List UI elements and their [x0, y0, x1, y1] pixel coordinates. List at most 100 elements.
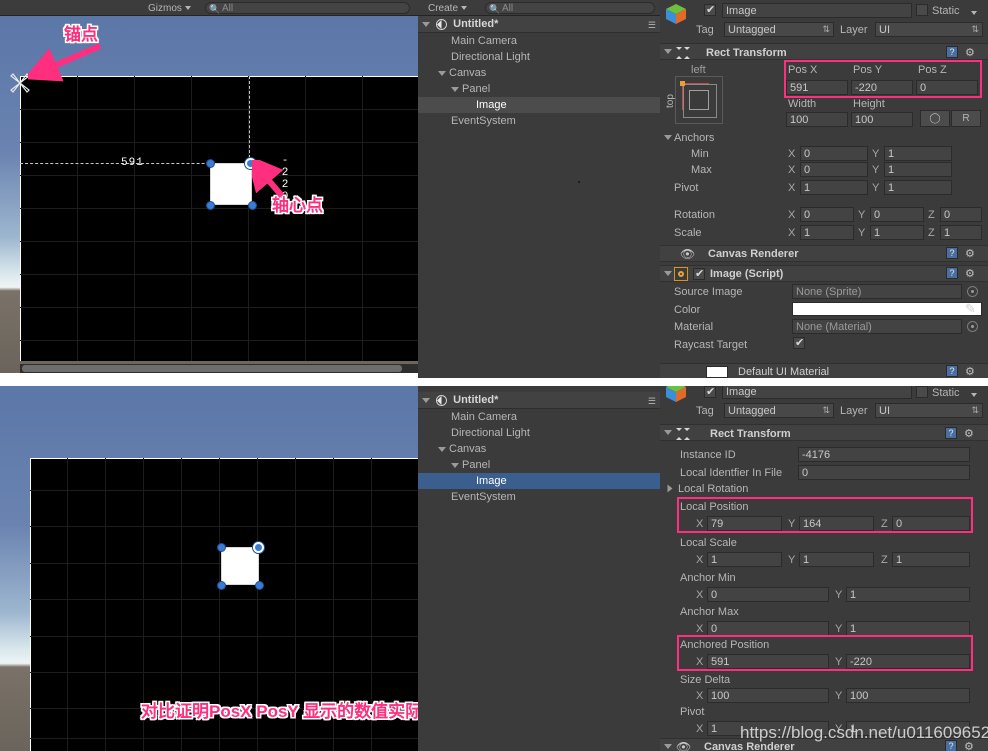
pos-z-input[interactable]: 0: [916, 80, 978, 95]
anchored-position-x-input[interactable]: 591: [707, 654, 829, 669]
material-picker-icon[interactable]: [967, 321, 978, 332]
pivot-y-input[interactable]: 1: [884, 180, 952, 195]
pos-x-input[interactable]: 591: [786, 80, 848, 95]
local-scale-y-input[interactable]: 1: [799, 552, 874, 567]
height-input[interactable]: 100: [851, 112, 913, 127]
static-chevron-down-icon[interactable]: [971, 393, 977, 397]
anchor-min-y-input[interactable]: 1: [884, 146, 952, 161]
hamburger-icon[interactable]: ☰: [648, 396, 656, 407]
color-swatch[interactable]: [792, 302, 982, 316]
resize-handle-tl[interactable]: [206, 159, 215, 168]
chevron-down-icon[interactable]: [664, 49, 672, 54]
chevron-down-icon[interactable]: [422, 397, 430, 403]
size-delta-y-input[interactable]: 100: [846, 688, 970, 703]
rotation-x-input[interactable]: 0: [800, 207, 854, 222]
hierarchy-item-image[interactable]: Image: [418, 473, 660, 489]
gear-icon[interactable]: ⚙: [964, 427, 974, 440]
eyedropper-icon[interactable]: ✎: [965, 301, 976, 317]
chevron-right-icon[interactable]: [667, 484, 673, 493]
hierarchy-item-panel[interactable]: Panel: [418, 81, 660, 97]
hierarchy-item-main-camera[interactable]: Main Camera: [418, 409, 660, 425]
scene-hscrollbar[interactable]: [20, 364, 418, 373]
pos-y-input[interactable]: -220: [851, 80, 913, 95]
chevron-down-icon[interactable]: [664, 271, 672, 276]
hierarchy-search-input[interactable]: 🔍 All: [485, 2, 655, 14]
gameobject-active-checkbox[interactable]: [704, 386, 716, 398]
scene-search-input[interactable]: 🔍 All: [205, 2, 410, 14]
static-checkbox[interactable]: [916, 386, 928, 398]
anchor-max-y-input[interactable]: 1: [846, 621, 970, 636]
gameobject-active-checkbox[interactable]: [704, 3, 716, 16]
gameobject-name-input[interactable]: Image: [722, 386, 912, 399]
image-enabled-checkbox[interactable]: [693, 267, 705, 280]
source-image-picker-icon[interactable]: [967, 286, 978, 297]
size-delta-x-input[interactable]: 100: [707, 688, 829, 703]
hierarchy-item-main-camera[interactable]: Main Camera: [418, 33, 660, 49]
pivot-handle[interactable]: [253, 542, 264, 553]
hierarchy-item-panel[interactable]: Panel: [418, 457, 660, 473]
hierarchy-item-eventsystem[interactable]: EventSystem: [418, 113, 660, 129]
hierarchy-item-eventsystem[interactable]: EventSystem: [418, 489, 660, 505]
selected-image-rect[interactable]: [221, 547, 259, 585]
blueprint-mode-button[interactable]: ◯: [920, 110, 950, 127]
gameobject-name-input[interactable]: Image: [722, 3, 912, 18]
help-icon[interactable]: ?: [945, 427, 957, 439]
chevron-down-icon[interactable]: [438, 70, 446, 76]
local-position-y-input[interactable]: 164: [799, 516, 874, 531]
hamburger-icon[interactable]: ☰: [648, 20, 656, 31]
anchor-max-x-input[interactable]: 0: [707, 621, 829, 636]
scale-x-input[interactable]: 1: [800, 225, 854, 240]
hierarchy-item-image[interactable]: Image: [418, 97, 660, 113]
anchor-min-x-input[interactable]: 0: [707, 587, 829, 602]
pivot-x-input[interactable]: 1: [800, 180, 868, 195]
tag-dropdown[interactable]: Untagged ⇅: [724, 403, 834, 418]
chevron-down-icon[interactable]: [422, 21, 430, 27]
resize-handle-bl[interactable]: [217, 581, 226, 590]
hierarchy-scene-header[interactable]: Untitled* ☰: [418, 392, 660, 409]
raycast-target-checkbox[interactable]: [793, 336, 805, 349]
layer-dropdown[interactable]: UI ⇅: [875, 22, 983, 37]
chevron-down-icon[interactable]: [664, 744, 672, 749]
help-icon[interactable]: ?: [946, 365, 958, 377]
gear-icon[interactable]: ⚙: [965, 267, 975, 280]
rotation-y-input[interactable]: 0: [870, 207, 924, 222]
material-objectfield[interactable]: None (Material): [792, 319, 962, 334]
resize-handle-tl[interactable]: [217, 543, 226, 552]
chevron-down-icon[interactable]: [451, 462, 459, 468]
gear-icon[interactable]: ⚙: [965, 46, 975, 59]
chevron-down-icon[interactable]: [664, 430, 672, 435]
help-icon[interactable]: ?: [946, 267, 958, 279]
anchor-max-y-input[interactable]: 1: [884, 162, 952, 177]
hierarchy-item-canvas[interactable]: Canvas: [418, 441, 660, 457]
tag-dropdown[interactable]: Untagged ⇅: [724, 22, 834, 37]
static-chevron-down-icon[interactable]: [971, 11, 977, 15]
gizmos-dropdown[interactable]: Gizmos: [148, 3, 191, 14]
hierarchy-item-directional-light[interactable]: Directional Light: [418, 49, 660, 65]
hierarchy-item-directional-light[interactable]: Directional Light: [418, 425, 660, 441]
scale-z-input[interactable]: 1: [940, 225, 982, 240]
layer-dropdown[interactable]: UI ⇅: [875, 403, 983, 418]
anchored-position-y-input[interactable]: -220: [846, 654, 970, 669]
resize-handle-br[interactable]: [255, 581, 264, 590]
hierarchy-item-canvas[interactable]: Canvas: [418, 65, 660, 81]
local-scale-x-input[interactable]: 1: [707, 552, 782, 567]
help-icon[interactable]: ?: [946, 46, 958, 58]
gear-icon[interactable]: ⚙: [965, 365, 975, 378]
chevron-down-icon[interactable]: [451, 86, 459, 92]
anchor-min-x-input[interactable]: 0: [800, 146, 868, 161]
chevron-down-icon[interactable]: [438, 446, 446, 452]
selected-image-rect[interactable]: [210, 163, 252, 205]
anchor-max-x-input[interactable]: 0: [800, 162, 868, 177]
local-scale-z-input[interactable]: 1: [892, 552, 970, 567]
anchor-min-y-input[interactable]: 1: [846, 587, 970, 602]
source-image-objectfield[interactable]: None (Sprite): [792, 284, 962, 299]
static-checkbox[interactable]: [916, 4, 928, 16]
create-dropdown[interactable]: Create: [428, 3, 468, 14]
raw-edit-button[interactable]: R: [951, 110, 981, 127]
gear-icon[interactable]: ⚙: [965, 247, 975, 260]
resize-handle-bl[interactable]: [206, 201, 215, 210]
help-icon[interactable]: ?: [946, 247, 958, 259]
scale-y-input[interactable]: 1: [870, 225, 924, 240]
width-input[interactable]: 100: [786, 112, 848, 127]
chevron-down-icon[interactable]: [664, 135, 672, 140]
